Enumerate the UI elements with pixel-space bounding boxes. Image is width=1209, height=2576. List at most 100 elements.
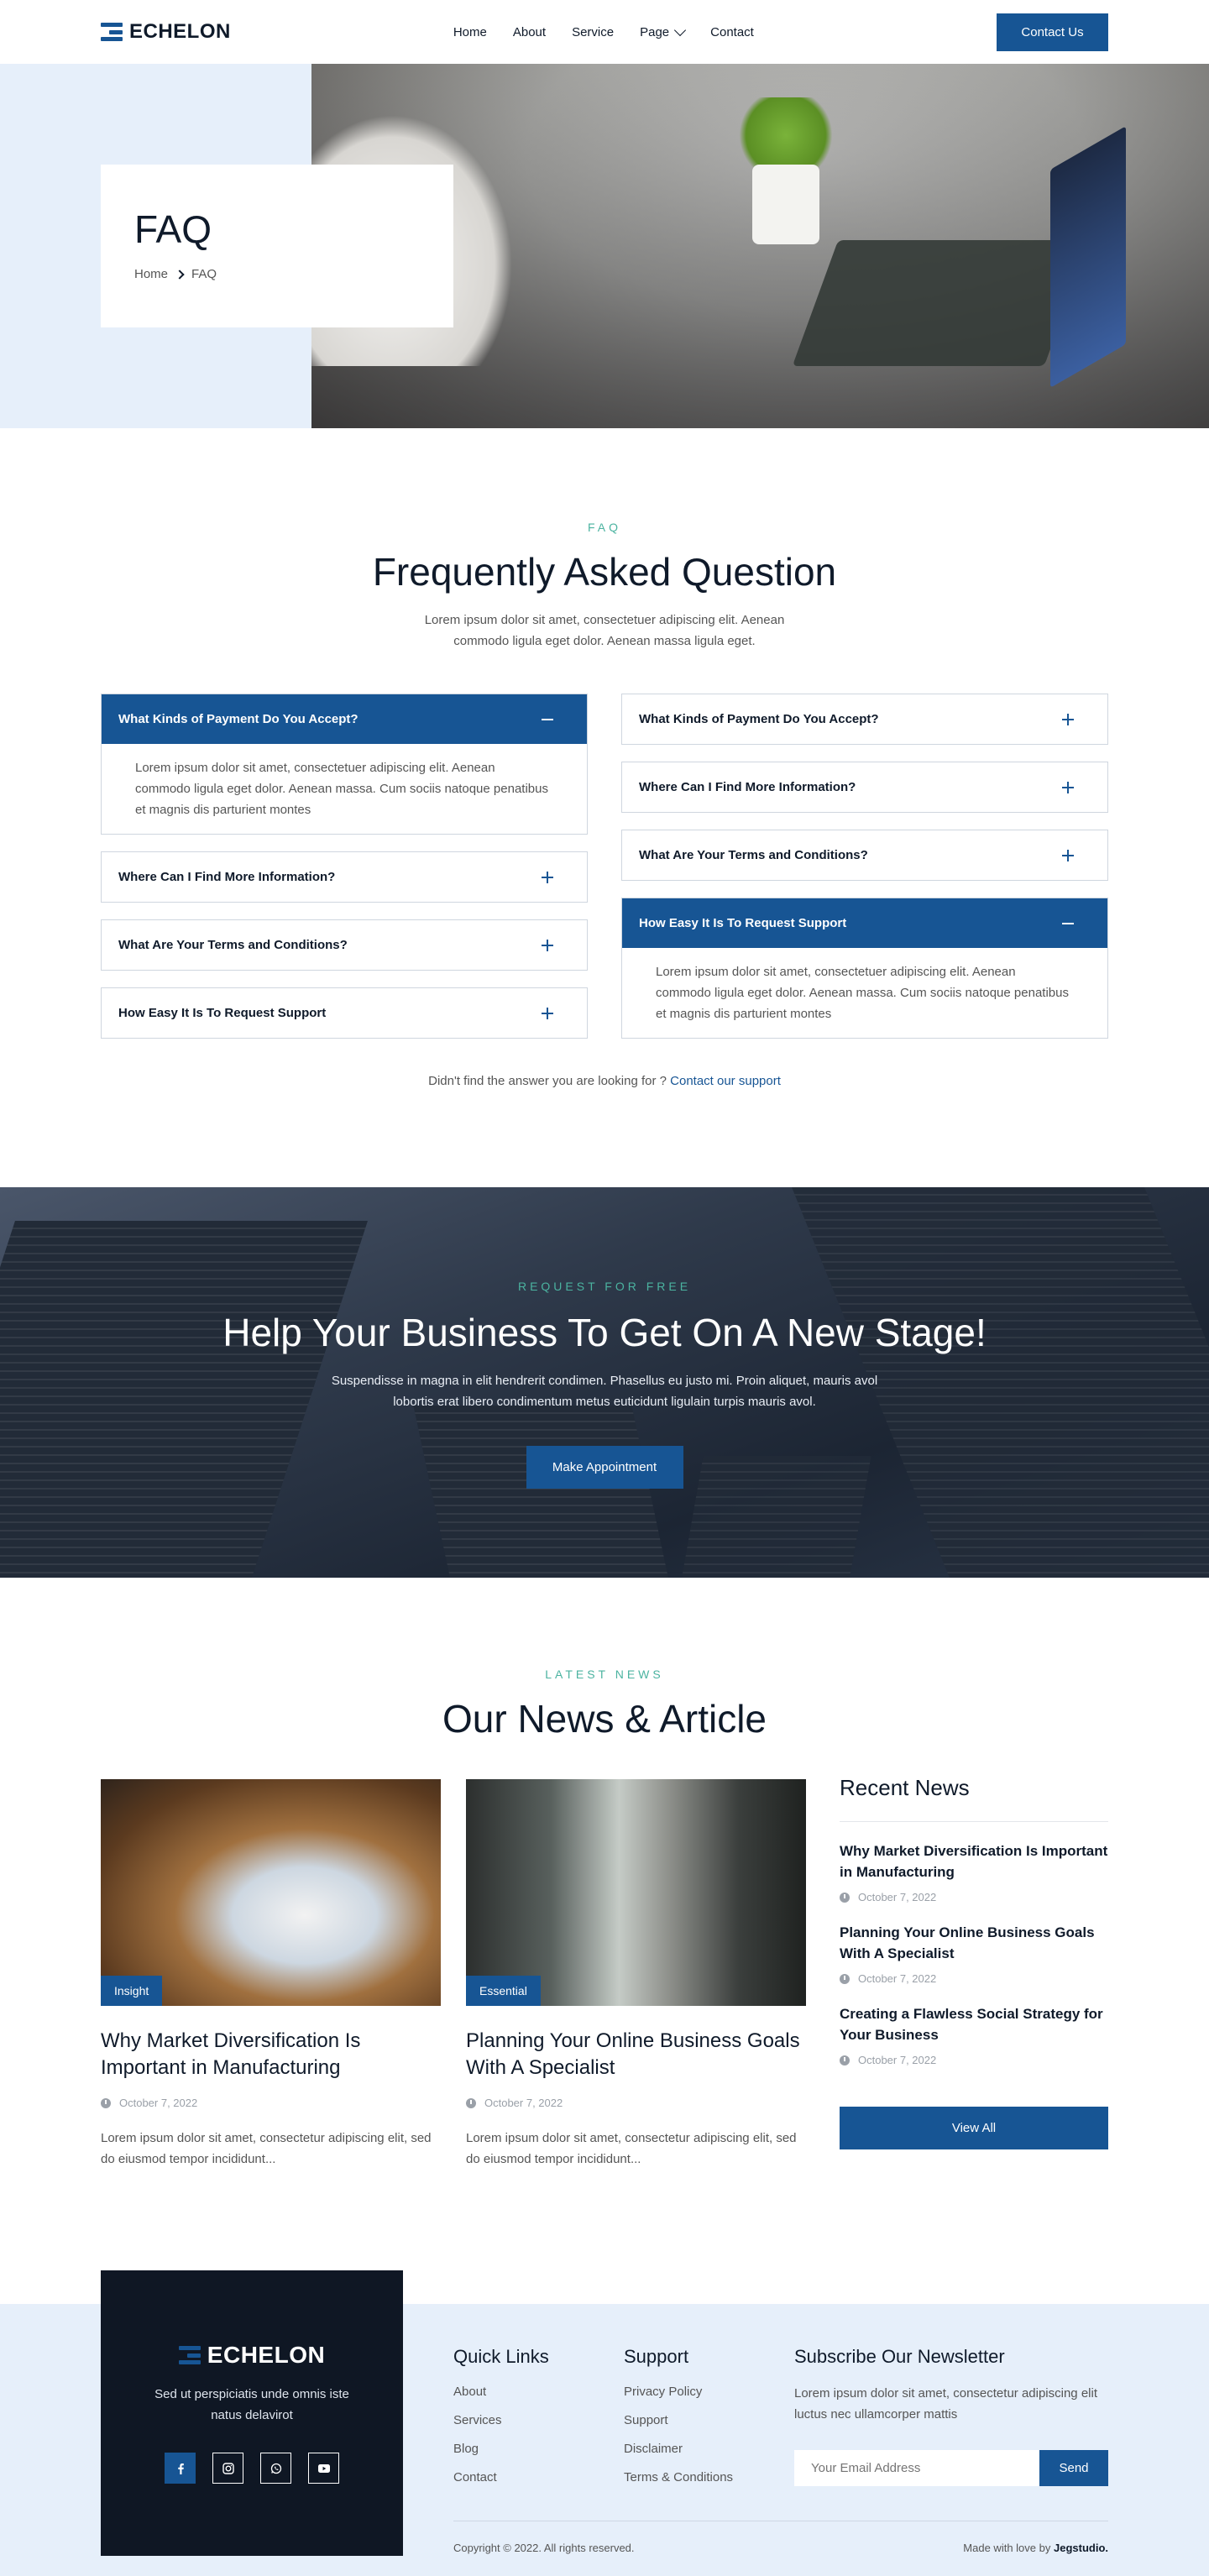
faq-question[interactable]: Where Can I Find More Information? — [102, 852, 587, 902]
plus-icon — [542, 1007, 553, 1019]
whatsapp-icon[interactable] — [260, 2453, 291, 2484]
recent-news-item[interactable]: Creating a Flawless Social Strategy for … — [840, 2003, 1108, 2066]
nav-service[interactable]: Service — [572, 25, 614, 39]
faq-section: FAQ Frequently Asked Question Lorem ipsu… — [0, 428, 1209, 1187]
cta-section: REQUEST FOR FREE Help Your Business To G… — [0, 1187, 1209, 1578]
faq-grid: What Kinds of Payment Do You Accept? Lor… — [101, 694, 1108, 1039]
support-title: Support — [624, 2346, 689, 2367]
faq-question[interactable]: What Are Your Terms and Conditions? — [102, 920, 587, 970]
news-card-excerpt: Lorem ipsum dolor sit amet, consectetur … — [101, 2131, 432, 2166]
nav-page-label: Page — [640, 24, 670, 39]
news-card-excerpt: Lorem ipsum dolor sit amet, consectetur … — [466, 2131, 797, 2166]
youtube-icon[interactable] — [308, 2453, 339, 2484]
clock-icon — [101, 2097, 111, 2108]
footer-link-contact[interactable]: Contact — [453, 2470, 624, 2484]
faq-item: What Are Your Terms and Conditions? — [621, 830, 1108, 881]
newsletter-text: Lorem ipsum dolor sit amet, consectetur … — [794, 2386, 1097, 2422]
facebook-icon[interactable] — [165, 2453, 196, 2484]
clock-icon — [466, 2097, 476, 2108]
faq-subtitle: Lorem ipsum dolor sit amet, consectetuer… — [424, 613, 785, 648]
news-title: Our News & Article — [442, 1697, 767, 1741]
plus-icon — [1062, 781, 1074, 793]
news-card-meta: October 7, 2022 — [466, 2097, 806, 2109]
faq-item: How Easy It Is To Request Support — [101, 987, 588, 1039]
footer-link-support[interactable]: Support — [624, 2413, 794, 2427]
make-appointment-button[interactable]: Make Appointment — [526, 1446, 683, 1489]
category-badge[interactable]: Essential — [466, 1976, 541, 2006]
nav-contact[interactable]: Contact — [710, 25, 754, 39]
breadcrumb-current: FAQ — [191, 267, 217, 281]
faq-item: What Kinds of Payment Do You Accept? — [621, 694, 1108, 745]
footer-link-blog[interactable]: Blog — [453, 2442, 624, 2456]
plus-icon — [542, 939, 553, 951]
faq-question[interactable]: How Easy It Is To Request Support — [622, 898, 1107, 948]
news-card-image[interactable]: Insight — [101, 1779, 441, 2006]
made-by: Made with love by Jegstudio. — [963, 2542, 1108, 2554]
faq-question[interactable]: How Easy It Is To Request Support — [102, 988, 587, 1038]
newsletter: Subscribe Our Newsletter Lorem ipsum dol… — [794, 2346, 1108, 2499]
cta-title: Help Your Business To Get On A New Stage… — [222, 1311, 987, 1354]
logo[interactable]: ECHELON — [101, 20, 231, 44]
page-title: FAQ — [134, 207, 212, 251]
clock-icon — [840, 2055, 850, 2066]
newsletter-title: Subscribe Our Newsletter — [794, 2346, 1005, 2367]
recent-news-item[interactable]: Why Market Diversification Is Important … — [840, 1840, 1108, 1903]
clock-icon — [840, 1892, 850, 1903]
faq-item: Where Can I Find More Information? — [621, 762, 1108, 813]
send-button[interactable]: Send — [1039, 2450, 1108, 2486]
faq-question[interactable]: What Are Your Terms and Conditions? — [622, 830, 1107, 880]
category-badge[interactable]: Insight — [101, 1976, 163, 2006]
faq-eyebrow: FAQ — [587, 521, 621, 534]
site-header: ECHELON Home About Service Page Contact … — [0, 0, 1209, 64]
faq-item: How Easy It Is To Request Support Lorem … — [621, 898, 1108, 1039]
quick-links: Quick Links About Services Blog Contact — [453, 2346, 624, 2499]
footer-logo[interactable]: ECHELON — [101, 2342, 403, 2369]
faq-item: What Kinds of Payment Do You Accept? Lor… — [101, 694, 588, 835]
quick-links-title: Quick Links — [453, 2346, 549, 2367]
chevron-down-icon — [674, 24, 687, 36]
support-links: Support Privacy Policy Support Disclaime… — [624, 2346, 794, 2499]
recent-news: Recent News Why Market Diversification I… — [840, 1775, 1108, 2170]
made-by-link[interactable]: Jegstudio. — [1054, 2542, 1108, 2554]
footer-bottom: Copyright © 2022. All rights reserved. M… — [453, 2521, 1108, 2554]
cta-eyebrow: REQUEST FOR FREE — [517, 1280, 692, 1293]
view-all-button[interactable]: View All — [840, 2107, 1108, 2149]
footer-brand: ECHELON Sed ut perspiciatis unde omnis i… — [101, 2270, 403, 2556]
footer-link-disclaimer[interactable]: Disclaimer — [624, 2442, 794, 2456]
contact-support-link[interactable]: Contact our support — [670, 1074, 781, 1088]
email-field[interactable] — [794, 2450, 1039, 2486]
footer-link-privacy[interactable]: Privacy Policy — [624, 2385, 794, 2399]
faq-question[interactable]: What Kinds of Payment Do You Accept? — [622, 694, 1107, 744]
instagram-icon[interactable] — [212, 2453, 243, 2484]
logo-icon — [101, 23, 123, 41]
nav-page[interactable]: Page — [640, 24, 687, 39]
news-card[interactable]: Essential Planning Your Online Business … — [466, 1779, 806, 2170]
logo-icon — [178, 2346, 201, 2364]
recent-news-item[interactable]: Planning Your Online Business Goals With… — [840, 1922, 1108, 1985]
footer-link-terms[interactable]: Terms & Conditions — [624, 2470, 794, 2484]
faq-question[interactable]: What Kinds of Payment Do You Accept? — [102, 694, 587, 744]
copyright: Copyright © 2022. All rights reserved. — [453, 2542, 635, 2554]
faq-item: Where Can I Find More Information? — [101, 851, 588, 903]
nav-about[interactable]: About — [513, 25, 546, 39]
footer-link-about[interactable]: About — [453, 2385, 624, 2399]
plus-icon — [1062, 713, 1074, 725]
faq-item: What Are Your Terms and Conditions? — [101, 919, 588, 971]
breadcrumb-home[interactable]: Home — [134, 267, 168, 281]
footer-columns: Quick Links About Services Blog Contact … — [453, 2346, 1108, 2499]
faq-footer-note: Didn't find the answer you are looking f… — [428, 1074, 781, 1088]
nav-home[interactable]: Home — [453, 25, 487, 39]
contact-us-button[interactable]: Contact Us — [997, 13, 1108, 51]
faq-question[interactable]: Where Can I Find More Information? — [622, 762, 1107, 812]
chevron-right-icon — [175, 269, 185, 280]
news-card-title[interactable]: Why Market Diversification Is Important … — [101, 2028, 441, 2081]
hero-title-card: FAQ Home FAQ — [101, 165, 453, 327]
news-card-image[interactable]: Essential — [466, 1779, 806, 2006]
news-eyebrow: LATEST NEWS — [545, 1668, 664, 1681]
news-card-title[interactable]: Planning Your Online Business Goals With… — [466, 2028, 806, 2081]
social-links — [101, 2453, 403, 2484]
news-card[interactable]: Insight Why Market Diversification Is Im… — [101, 1779, 441, 2170]
site-footer: ECHELON Sed ut perspiciatis unde omnis i… — [0, 2270, 1209, 2576]
plus-icon — [1062, 849, 1074, 861]
footer-link-services[interactable]: Services — [453, 2413, 624, 2427]
